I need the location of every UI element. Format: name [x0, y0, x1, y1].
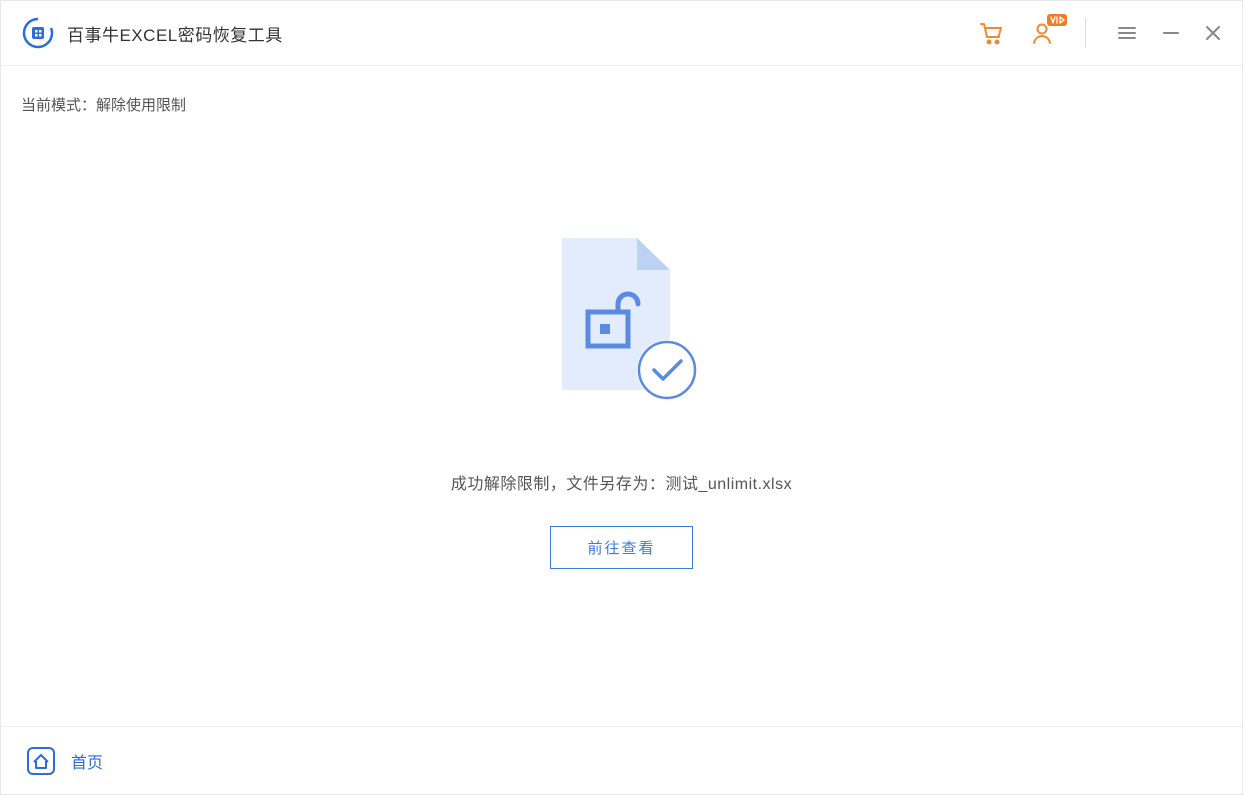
menu-icon[interactable]	[1116, 22, 1138, 44]
result-message: 成功解除限制，文件另存为：测试_unlimit.xlsx	[451, 470, 792, 494]
close-button[interactable]	[1204, 24, 1222, 42]
current-mode: 当前模式：解除使用限制	[1, 66, 1242, 115]
logo-area: 百事牛EXCEL密码恢复工具	[21, 16, 283, 50]
view-file-button[interactable]: 前往查看	[550, 526, 692, 569]
result-prefix: 成功解除限制，文件另存为：	[451, 476, 666, 493]
app-logo-icon	[21, 16, 55, 50]
title-bar: 百事牛EXCEL密码恢复工具	[1, 1, 1242, 66]
home-icon[interactable]	[25, 745, 57, 777]
mode-value: 解除使用限制	[96, 97, 186, 114]
home-link[interactable]: 首页	[71, 749, 103, 773]
footer-bar: 首页	[1, 726, 1242, 794]
user-icon[interactable]	[1029, 20, 1055, 46]
mode-label: 当前模式：	[21, 97, 96, 114]
header-actions	[977, 18, 1222, 48]
app-title: 百事牛EXCEL密码恢复工具	[67, 21, 283, 46]
result-filename: 测试_unlimit.xlsx	[665, 476, 792, 493]
cart-icon[interactable]	[977, 19, 1005, 47]
main-content: 成功解除限制，文件另存为：测试_unlimit.xlsx 前往查看	[1, 115, 1242, 569]
minimize-button[interactable]	[1162, 24, 1180, 42]
vip-badge-icon	[1047, 14, 1067, 33]
unlocked-document-icon	[542, 230, 702, 410]
header-divider	[1085, 18, 1086, 48]
